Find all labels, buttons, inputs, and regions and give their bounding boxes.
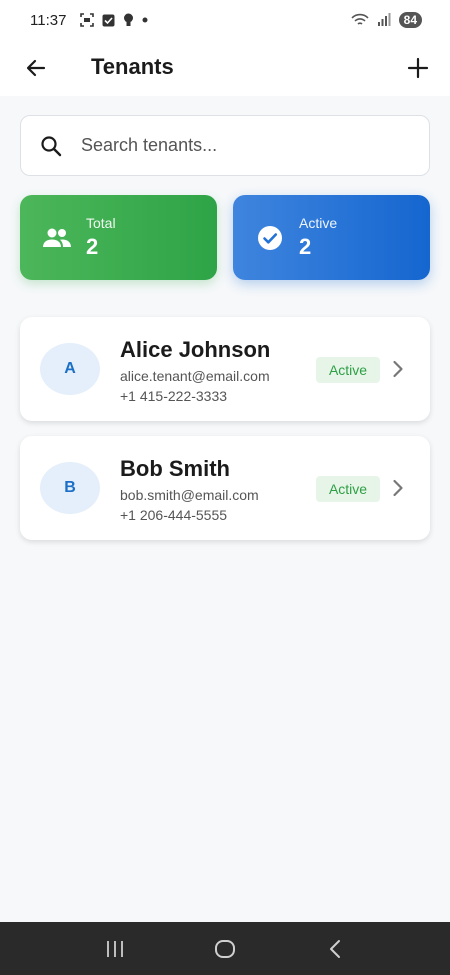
total-stat-card: Total 2 bbox=[20, 195, 217, 280]
page-title: Tenants bbox=[91, 54, 174, 79]
battery-icon: 84 bbox=[398, 12, 422, 28]
recent-apps-button[interactable] bbox=[95, 929, 135, 969]
bulb-icon bbox=[124, 13, 134, 26]
screenshot-icon bbox=[80, 13, 95, 27]
search-icon bbox=[41, 135, 62, 156]
signal-icon bbox=[377, 13, 391, 26]
back-button[interactable] bbox=[20, 52, 52, 84]
active-stat-label: Active bbox=[299, 215, 338, 231]
tenant-phone: +1 206-444-5555 bbox=[120, 507, 228, 523]
status-icons-left bbox=[80, 13, 148, 27]
add-tenant-button[interactable] bbox=[402, 52, 434, 84]
people-icon bbox=[42, 223, 72, 253]
active-stat-value: 2 bbox=[299, 234, 312, 259]
system-nav-bar bbox=[0, 922, 450, 975]
home-icon bbox=[215, 939, 235, 958]
search-box[interactable] bbox=[20, 115, 430, 176]
arrow-back-icon bbox=[26, 59, 46, 77]
total-stat-label: Total bbox=[86, 215, 116, 231]
status-badge: Active bbox=[316, 476, 380, 502]
chevron-right-icon bbox=[393, 360, 403, 378]
system-back-button[interactable] bbox=[315, 929, 355, 969]
tenant-card-bob[interactable]: B Bob Smith bob.smith@email.com +1 206-4… bbox=[20, 436, 430, 540]
checkbox-icon bbox=[102, 14, 115, 26]
check-circle-icon bbox=[255, 223, 285, 253]
status-bar: 11:37 84 bbox=[0, 0, 450, 40]
back-icon bbox=[330, 939, 340, 958]
status-icons-right: 84 bbox=[351, 12, 422, 28]
search-input[interactable] bbox=[81, 135, 381, 156]
total-stat-text: Total 2 bbox=[86, 215, 116, 260]
plus-icon bbox=[407, 57, 429, 79]
avatar: B bbox=[40, 462, 100, 514]
tenant-email: bob.smith@email.com bbox=[120, 487, 259, 503]
total-stat-value: 2 bbox=[86, 234, 99, 259]
tenant-email: alice.tenant@email.com bbox=[120, 368, 270, 384]
dot-icon bbox=[142, 17, 148, 23]
avatar: A bbox=[40, 343, 100, 395]
tenant-card-alice[interactable]: A Alice Johnson alice.tenant@email.com +… bbox=[20, 317, 430, 421]
active-stat-text: Active 2 bbox=[299, 215, 337, 260]
tenant-phone: +1 415-222-3333 bbox=[120, 388, 228, 404]
status-time: 11:37 bbox=[30, 11, 67, 29]
home-button[interactable] bbox=[205, 929, 245, 969]
wifi-icon bbox=[351, 13, 369, 25]
tenant-name: Bob Smith bbox=[120, 456, 230, 481]
tenant-name: Alice Johnson bbox=[120, 337, 271, 362]
app-bar: Tenants bbox=[0, 40, 450, 96]
status-badge: Active bbox=[316, 357, 380, 383]
active-stat-card: Active 2 bbox=[233, 195, 430, 280]
chevron-right-icon bbox=[393, 479, 403, 497]
recent-apps-icon bbox=[107, 940, 123, 957]
